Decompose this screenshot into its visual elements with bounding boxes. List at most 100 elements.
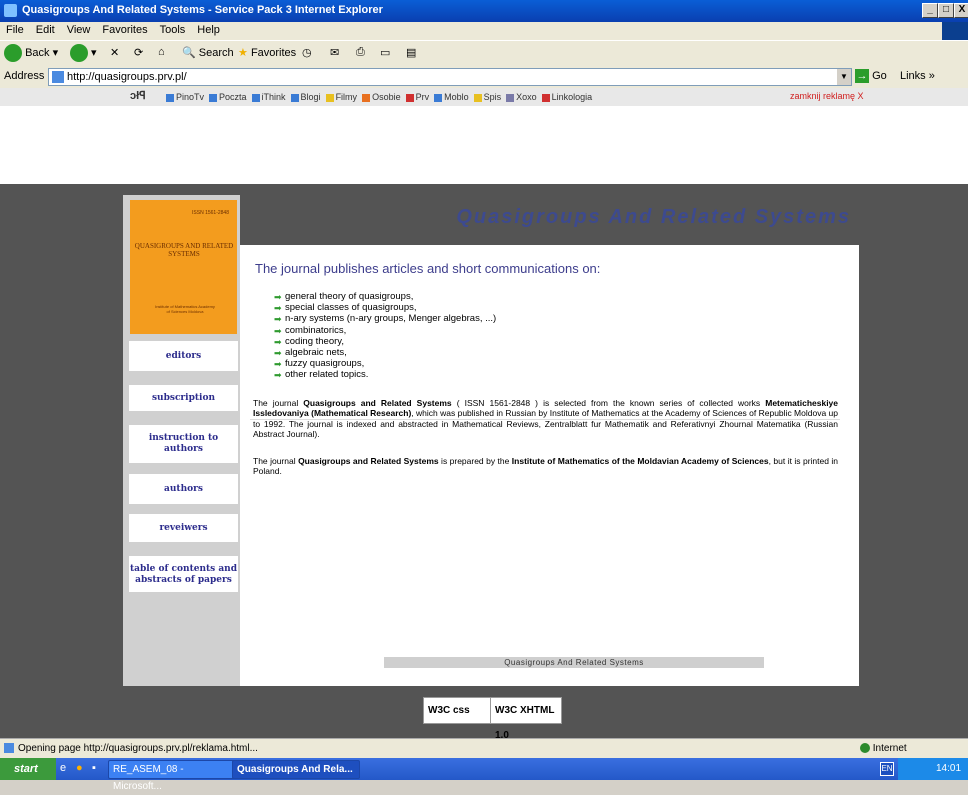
- green-arrow-icon: ➡: [274, 370, 282, 381]
- portal-link-icon: [362, 93, 371, 102]
- search-button[interactable]: 🔍 Search: [182, 46, 234, 59]
- portal-logo[interactable]: ɔłꟼ: [130, 89, 146, 102]
- start-button[interactable]: start: [0, 758, 56, 780]
- stop-icon[interactable]: ✕: [110, 46, 119, 59]
- go-arrow-icon: →: [855, 69, 869, 83]
- edit-icon[interactable]: ▭: [380, 46, 390, 59]
- windows-logo-icon: [942, 22, 968, 40]
- window-title: Quasigroups And Related Systems - Servic…: [22, 4, 383, 16]
- menu-edit[interactable]: Edit: [30, 22, 61, 38]
- menu-view[interactable]: View: [61, 22, 97, 38]
- taskbar: start e ● ▪ RE_ASEM_08 - Microsoft... Qu…: [0, 758, 968, 792]
- portal-link-icon: [405, 93, 414, 102]
- page-icon: [52, 71, 64, 84]
- favorites-button[interactable]: ★ Favorites: [238, 46, 296, 59]
- go-button[interactable]: → Go: [855, 69, 887, 83]
- portal-link-spis[interactable]: Spis: [473, 92, 501, 102]
- menu-bar: File Edit View Favorites Tools Help: [0, 22, 968, 40]
- menu-file[interactable]: File: [0, 22, 30, 38]
- portal-link-icon: [166, 93, 174, 102]
- close-button[interactable]: X: [954, 3, 968, 18]
- maximize-button[interactable]: □: [938, 3, 954, 18]
- topic-item: ➡ combinatorics,: [274, 324, 347, 336]
- forward-button[interactable]: ▾: [70, 44, 97, 62]
- topic-item: ➡ fuzzy quasigroups,: [274, 358, 365, 370]
- portal-link-icon: [251, 93, 260, 102]
- portal-link-pinotv[interactable]: PinoTv: [166, 92, 204, 102]
- task-word[interactable]: RE_ASEM_08 - Microsoft...: [108, 760, 236, 792]
- nav-editors[interactable]: editors: [129, 341, 238, 371]
- close-ad-link[interactable]: zamknij reklamę X: [790, 91, 864, 101]
- mail-icon[interactable]: ✉: [330, 46, 339, 59]
- portal-link-moblo[interactable]: Moblo: [434, 92, 469, 102]
- task-ie[interactable]: Quasigroups And Rela...: [232, 760, 360, 779]
- portal-link-list: PinoTv Poczta iThink Blogi Filmy Osobie Prv Mob…: [166, 91, 597, 103]
- portal-link-icon: [541, 93, 550, 102]
- paragraph-history: The journal Quasigroups and Related Syst…: [253, 398, 839, 440]
- portal-link-xoxo[interactable]: Xoxo: [506, 92, 537, 102]
- links-button[interactable]: Links »: [900, 70, 935, 82]
- quicklaunch-desktop-icon[interactable]: ▪: [92, 762, 96, 774]
- portal-link-icon: [473, 93, 482, 102]
- address-label: Address: [4, 70, 45, 82]
- main-content: The journal publishes articles and short…: [240, 245, 859, 686]
- zone-indicator: Internet: [860, 743, 907, 754]
- paragraph-publisher: The journal Quasigroups and Related Syst…: [253, 456, 839, 477]
- nav-reviewers[interactable]: reveiwers: [129, 514, 238, 542]
- portal-link-ithink[interactable]: iThink: [251, 92, 286, 102]
- ie-icon: [4, 4, 17, 17]
- status-text: Opening page http://quasigroups.prv.pl/r…: [18, 743, 258, 754]
- cover-title: QUASIGROUPS AND RELATED SYSTEMS: [134, 242, 234, 258]
- portal-link-icon: [506, 93, 515, 102]
- topic-item: ➡ coding theory,: [274, 335, 344, 347]
- portal-link-blogi[interactable]: Blogi: [290, 92, 321, 102]
- topic-item: ➡ general theory of quasigroups,: [274, 291, 414, 302]
- back-button[interactable]: Back ▾: [4, 44, 58, 62]
- menu-favorites[interactable]: Favorites: [96, 22, 153, 38]
- portal-link-poczta[interactable]: Poczta: [209, 92, 247, 102]
- home-icon[interactable]: ⌂: [158, 46, 165, 58]
- language-indicator[interactable]: EN: [880, 762, 894, 776]
- history-icon[interactable]: ◷: [302, 46, 312, 59]
- nav-authors[interactable]: authors: [129, 474, 238, 504]
- status-bar: Opening page http://quasigroups.prv.pl/r…: [0, 738, 968, 759]
- nav-subscription[interactable]: subscription: [129, 385, 238, 411]
- portal-link-prv[interactable]: Prv: [405, 92, 429, 102]
- portal-links-bar: ɔłꟼ PinoTv Poczta iThink Blogi Filmy Osobie Pr…: [0, 88, 968, 107]
- refresh-icon[interactable]: ⟳: [134, 46, 143, 59]
- address-bar: Address http://quasigroups.prv.pl/ ▼ → G…: [0, 66, 968, 89]
- w3c-css-badge[interactable]: W3C css: [423, 697, 491, 724]
- ad-area: [0, 106, 968, 184]
- portal-link-linkologia[interactable]: Linkologia: [541, 92, 592, 102]
- topic-item: ➡ special classes of quasigroups,: [274, 302, 417, 314]
- messenger-icon[interactable]: ▤: [406, 46, 416, 59]
- portal-link-icon: [434, 93, 443, 102]
- minimize-button[interactable]: _: [922, 3, 938, 18]
- back-arrow-icon: [4, 44, 22, 62]
- quicklaunch-firefox-icon[interactable]: ●: [76, 762, 83, 774]
- star-icon: ★: [238, 47, 248, 59]
- quicklaunch-ie-icon[interactable]: e: [60, 762, 66, 774]
- toolbar: Back ▾ ▾ ✕ ⟳ ⌂ 🔍 Search ★ Favorites ◷ ✉ …: [0, 40, 968, 68]
- nav-instruction-to-authors[interactable]: instruction to authors: [129, 425, 238, 463]
- cover-issn: ISSN 1561-2848: [192, 210, 229, 216]
- system-tray: 14:01: [898, 758, 968, 780]
- menu-tools[interactable]: Tools: [154, 22, 192, 38]
- topic-item: ➡ other related topics.: [274, 369, 369, 381]
- search-icon: 🔍: [182, 47, 196, 59]
- clock: 14:01: [936, 763, 962, 774]
- portal-link-osobie[interactable]: Osobie: [362, 92, 401, 102]
- menu-help[interactable]: Help: [191, 22, 226, 38]
- content-footer: Quasigroups And Related Systems: [384, 657, 764, 668]
- globe-icon: [860, 743, 870, 754]
- portal-link-filmy[interactable]: Filmy: [325, 92, 357, 102]
- nav-table-of-contents[interactable]: table of contents and abstracts of paper…: [129, 556, 238, 592]
- print-icon[interactable]: ⎙: [356, 46, 365, 59]
- status-page-icon: [4, 743, 14, 753]
- w3c-xhtml-badge[interactable]: W3C XHTML 1.0: [490, 697, 562, 741]
- topic-item: ➡ n-ary systems (n-ary groups, Menger alg…: [274, 313, 497, 325]
- address-input[interactable]: http://quasigroups.prv.pl/ ▼: [48, 68, 852, 86]
- cover-publisher: Institute of Mathematics Academy of Scie…: [155, 304, 215, 314]
- portal-link-icon: [209, 93, 218, 102]
- address-dropdown-icon[interactable]: ▼: [837, 69, 851, 85]
